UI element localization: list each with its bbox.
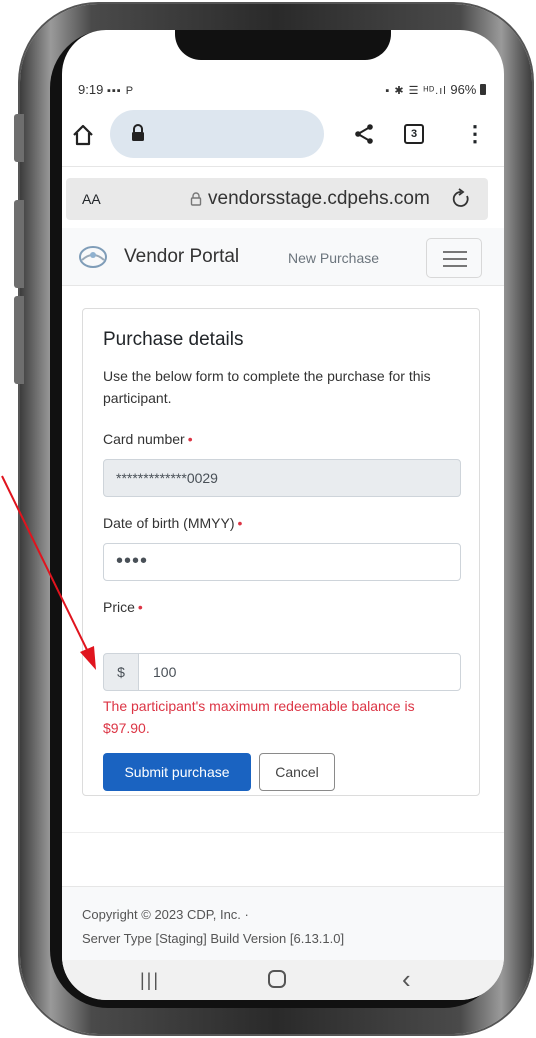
price-input-group: $ 100 <box>103 653 461 691</box>
purchase-details-card: Purchase details Use the below form to c… <box>82 308 480 796</box>
url-text[interactable]: vendorsstage.cdpehs.com <box>208 188 430 210</box>
browser-toolbar: 3 ⋮ <box>62 110 504 160</box>
price-error-message: The participant's maximum redeemable bal… <box>103 698 415 736</box>
card-number-field: *************0029 <box>103 459 461 497</box>
reload-icon[interactable] <box>450 188 472 210</box>
side-button-volume-up <box>14 200 24 288</box>
android-nav-bar: ||| ‹ <box>62 960 504 1000</box>
dob-label: Date of birth (MMYY) • <box>103 515 242 531</box>
address-bar[interactable]: AA vendorsstage.cdpehs.com <box>66 178 488 220</box>
battery-icon <box>480 84 486 95</box>
brand-name[interactable]: Vendor Portal <box>124 246 239 268</box>
notification-icons: ▪▪▪ P <box>106 85 135 97</box>
price-label: Price • <box>103 599 143 615</box>
tabs-count-icon[interactable]: 3 <box>404 124 424 144</box>
price-input[interactable]: 100 <box>138 653 461 691</box>
menu-toggle-button[interactable] <box>426 238 482 278</box>
required-mark: • <box>237 515 243 531</box>
wic-logo-icon[interactable] <box>78 244 108 270</box>
card-description: Use the below form to complete the purch… <box>103 368 431 406</box>
footer-copyright: Copyright © 2023 CDP, Inc. · <box>82 907 249 922</box>
status-time-group: 9:19 ▪▪▪ P <box>78 82 134 97</box>
home-button-icon[interactable] <box>268 970 286 988</box>
battery-percent: 96% <box>450 82 477 97</box>
address-lock-icon <box>190 192 202 206</box>
menu-icon-bar-2 <box>443 258 467 260</box>
card-number-label: Card number • <box>103 431 193 447</box>
nav-link-new-purchase[interactable]: New Purchase <box>288 250 379 266</box>
camera-notch <box>175 30 391 60</box>
dob-input[interactable]: •••• <box>103 543 461 581</box>
required-mark: • <box>187 431 193 447</box>
signal-icons: ▪ ✱ ☰ ᴴᴰ.ıl <box>385 85 447 97</box>
toolbar-divider <box>62 166 504 167</box>
phone-screen: 9:19 ▪▪▪ P ▪ ✱ ☰ ᴴᴰ.ıl 96% 3 ⋮ AA vendor… <box>62 30 504 1000</box>
menu-icon-bar-3 <box>443 265 467 267</box>
home-icon[interactable] <box>72 124 94 146</box>
status-right-group: ▪ ✱ ☰ ᴴᴰ.ıl 96% <box>385 82 486 97</box>
text-size-icon[interactable]: AA <box>82 191 101 207</box>
browser-url-pill[interactable] <box>110 110 324 158</box>
submit-purchase-button[interactable]: Submit purchase <box>103 753 251 791</box>
side-button-volume-down <box>14 296 24 384</box>
cancel-button[interactable]: Cancel <box>259 753 335 791</box>
card-title: Purchase details <box>103 329 244 350</box>
back-icon[interactable]: ‹ <box>402 964 411 995</box>
content-divider <box>62 832 504 833</box>
price-label-text: Price <box>103 599 135 615</box>
share-icon[interactable] <box>352 122 376 146</box>
status-time: 9:19 <box>78 82 104 97</box>
dob-label-text: Date of birth (MMYY) <box>103 515 235 531</box>
more-options-icon[interactable]: ⋮ <box>464 122 486 146</box>
card-number-label-text: Card number <box>103 431 185 447</box>
lock-icon <box>132 124 144 141</box>
side-button-top <box>14 114 24 162</box>
status-bar: 9:19 ▪▪▪ P ▪ ✱ ☰ ᴴᴰ.ıl 96% <box>78 78 486 100</box>
app-navbar: Vendor Portal New Purchase <box>62 228 504 286</box>
price-currency-prefix: $ <box>103 653 139 691</box>
menu-icon-bar-1 <box>443 251 467 253</box>
footer-server-info: Server Type [Staging] Build Version [6.1… <box>82 931 345 946</box>
page-footer: Copyright © 2023 CDP, Inc. · Server Type… <box>62 886 504 960</box>
recent-apps-icon[interactable]: ||| <box>140 970 160 991</box>
required-mark: • <box>137 599 143 615</box>
